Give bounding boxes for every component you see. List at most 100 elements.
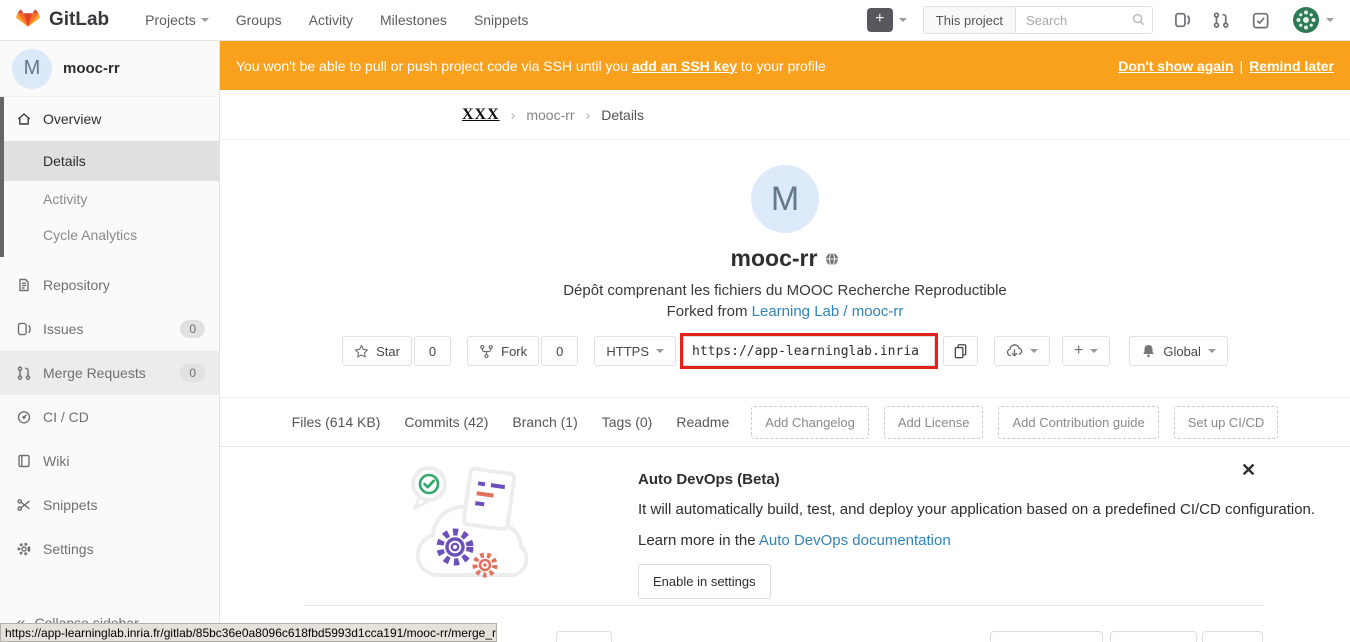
user-avatar bbox=[1293, 7, 1319, 33]
branch-link[interactable]: Branch (1) bbox=[512, 414, 577, 430]
merge-requests-count-badge: 0 bbox=[180, 364, 205, 382]
new-menu-dropdown[interactable]: + bbox=[867, 8, 907, 32]
protocol-dropdown[interactable]: HTTPS bbox=[594, 336, 676, 366]
home-icon bbox=[16, 111, 32, 127]
nav-projects[interactable]: Projects bbox=[145, 12, 209, 28]
notification-dropdown[interactable]: Global bbox=[1129, 336, 1228, 366]
enable-in-settings-button[interactable]: Enable in settings bbox=[638, 564, 771, 599]
breadcrumb-current[interactable]: Details bbox=[601, 107, 644, 123]
merge-requests-icon[interactable] bbox=[1212, 11, 1230, 29]
search-scope-label: This project bbox=[923, 6, 1015, 34]
download-dropdown[interactable] bbox=[994, 336, 1050, 366]
partial-button[interactable] bbox=[990, 631, 1103, 642]
gauge-icon bbox=[16, 409, 32, 425]
sidebar-item-settings[interactable]: Settings bbox=[0, 527, 219, 571]
user-menu[interactable] bbox=[1293, 7, 1334, 33]
download-icon bbox=[1006, 343, 1023, 359]
nav-milestones[interactable]: Milestones bbox=[380, 12, 447, 28]
sidebar-project-header[interactable]: M mooc-rr bbox=[0, 41, 219, 97]
project-header: M mooc-rr Dépôt comprenant les fichiers … bbox=[220, 140, 1350, 369]
nav-activity[interactable]: Activity bbox=[309, 12, 353, 28]
readme-link[interactable]: Readme bbox=[676, 414, 729, 430]
auto-devops-callout: Auto DevOps (Beta) It will automatically… bbox=[220, 447, 1350, 605]
star-icon bbox=[354, 344, 369, 359]
project-sidebar: M mooc-rr Overview Details Activity Cycl… bbox=[0, 41, 220, 642]
breadcrumb-user[interactable]: XXX bbox=[462, 106, 500, 124]
nav-groups[interactable]: Groups bbox=[236, 12, 282, 28]
sidebar-item-repository[interactable]: Repository bbox=[0, 263, 219, 307]
add-dropdown[interactable]: + bbox=[1062, 336, 1110, 366]
partial-button[interactable] bbox=[556, 631, 612, 642]
star-button[interactable]: Star bbox=[342, 336, 412, 366]
project-actions-row: Star 0 Fork 0 HTTPS bbox=[342, 333, 1228, 369]
gear-icon bbox=[16, 541, 32, 557]
stats-buttons: Add Changelog Add License Add Contributi… bbox=[751, 406, 1278, 439]
add-changelog-button[interactable]: Add Changelog bbox=[751, 406, 869, 439]
brand-wordmark: GitLab bbox=[49, 9, 109, 31]
forked-from-line: Forked from Learning Lab / mooc-rr bbox=[667, 303, 904, 320]
remind-later-link[interactable]: Remind later bbox=[1249, 58, 1334, 74]
partial-button[interactable] bbox=[1110, 631, 1197, 642]
commits-link[interactable]: Commits (42) bbox=[404, 414, 488, 430]
project-name: mooc-rr bbox=[63, 60, 120, 77]
devops-learn-more: Learn more in the Auto DevOps documentat… bbox=[638, 532, 1315, 549]
setup-cicd-button[interactable]: Set up CI/CD bbox=[1174, 406, 1279, 439]
sidebar-item-merge-requests[interactable]: Merge Requests 0 bbox=[0, 351, 219, 395]
breadcrumb-project[interactable]: mooc-rr bbox=[526, 107, 574, 123]
todos-icon[interactable] bbox=[1251, 11, 1269, 29]
gitlab-logo-link[interactable]: GitLab bbox=[16, 9, 109, 32]
fork-button[interactable]: Fork bbox=[467, 336, 539, 366]
nav-snippets[interactable]: Snippets bbox=[474, 12, 528, 28]
top-nav: Projects Groups Activity Milestones Snip… bbox=[145, 12, 528, 28]
sidebar-item-label: Overview bbox=[43, 111, 101, 127]
star-count[interactable]: 0 bbox=[414, 336, 451, 366]
close-icon[interactable]: ✕ bbox=[1241, 463, 1256, 477]
sidebar-item-ci-cd[interactable]: CI / CD bbox=[0, 395, 219, 439]
project-title: mooc-rr bbox=[731, 245, 818, 272]
dont-show-again-link[interactable]: Don't show again bbox=[1118, 58, 1233, 74]
devops-docs-link[interactable]: Auto DevOps documentation bbox=[759, 532, 951, 549]
sidebar-item-snippets[interactable]: Snippets bbox=[0, 483, 219, 527]
devops-title: Auto DevOps (Beta) bbox=[638, 471, 1315, 488]
issues-dashboard-icon[interactable] bbox=[1173, 11, 1191, 29]
copy-icon bbox=[953, 343, 968, 359]
tags-link[interactable]: Tags (0) bbox=[602, 414, 653, 430]
chevron-down-icon bbox=[899, 18, 907, 22]
sidebar-item-overview[interactable]: Overview bbox=[0, 97, 219, 141]
active-section-indicator bbox=[0, 97, 4, 257]
merge-request-icon bbox=[16, 365, 32, 381]
sidebar-item-details[interactable]: Details bbox=[0, 141, 219, 181]
add-ssh-key-link[interactable]: add an SSH key bbox=[632, 58, 737, 74]
sidebar-item-activity[interactable]: Activity bbox=[0, 181, 219, 217]
fork-count[interactable]: 0 bbox=[541, 336, 578, 366]
devops-text-block: Auto DevOps (Beta) It will automatically… bbox=[638, 471, 1315, 599]
banner-actions: Don't show again|Remind later bbox=[1118, 58, 1334, 74]
bell-icon bbox=[1141, 343, 1156, 359]
sidebar-item-cycle-analytics[interactable]: Cycle Analytics bbox=[0, 217, 219, 253]
devops-illustration bbox=[405, 457, 533, 589]
clone-url-input[interactable] bbox=[683, 336, 935, 366]
top-header: GitLab Projects Groups Activity Mileston… bbox=[0, 0, 1350, 41]
project-stats-bar: Files (614 KB) Commits (42) Branch (1) T… bbox=[220, 397, 1350, 447]
partial-button[interactable] bbox=[1202, 631, 1263, 642]
sidebar-gap bbox=[0, 253, 219, 263]
public-globe-icon bbox=[825, 252, 839, 266]
chevron-down-icon bbox=[1208, 349, 1216, 353]
sidebar-item-wiki[interactable]: Wiki bbox=[0, 439, 219, 483]
chevron-down-icon bbox=[1326, 18, 1334, 22]
project-avatar: M bbox=[12, 49, 52, 89]
add-license-button[interactable]: Add License bbox=[884, 406, 984, 439]
scissors-icon bbox=[16, 497, 32, 513]
plus-icon: + bbox=[1074, 343, 1083, 359]
chevron-down-icon bbox=[1030, 349, 1038, 353]
copy-url-button[interactable] bbox=[943, 336, 978, 366]
sidebar-item-issues[interactable]: Issues 0 bbox=[0, 307, 219, 351]
files-link[interactable]: Files (614 KB) bbox=[292, 414, 381, 430]
section-divider bbox=[305, 605, 1263, 606]
project-description: Dépôt comprenant les fichiers du MOOC Re… bbox=[563, 282, 1007, 299]
banner-message: You won't be able to pull or push projec… bbox=[236, 58, 826, 74]
book-icon bbox=[16, 453, 32, 469]
forked-from-link[interactable]: Learning Lab / mooc-rr bbox=[752, 303, 904, 320]
breadcrumb: XXX › mooc-rr › Details bbox=[220, 90, 1350, 140]
add-contribution-guide-button[interactable]: Add Contribution guide bbox=[998, 406, 1158, 439]
